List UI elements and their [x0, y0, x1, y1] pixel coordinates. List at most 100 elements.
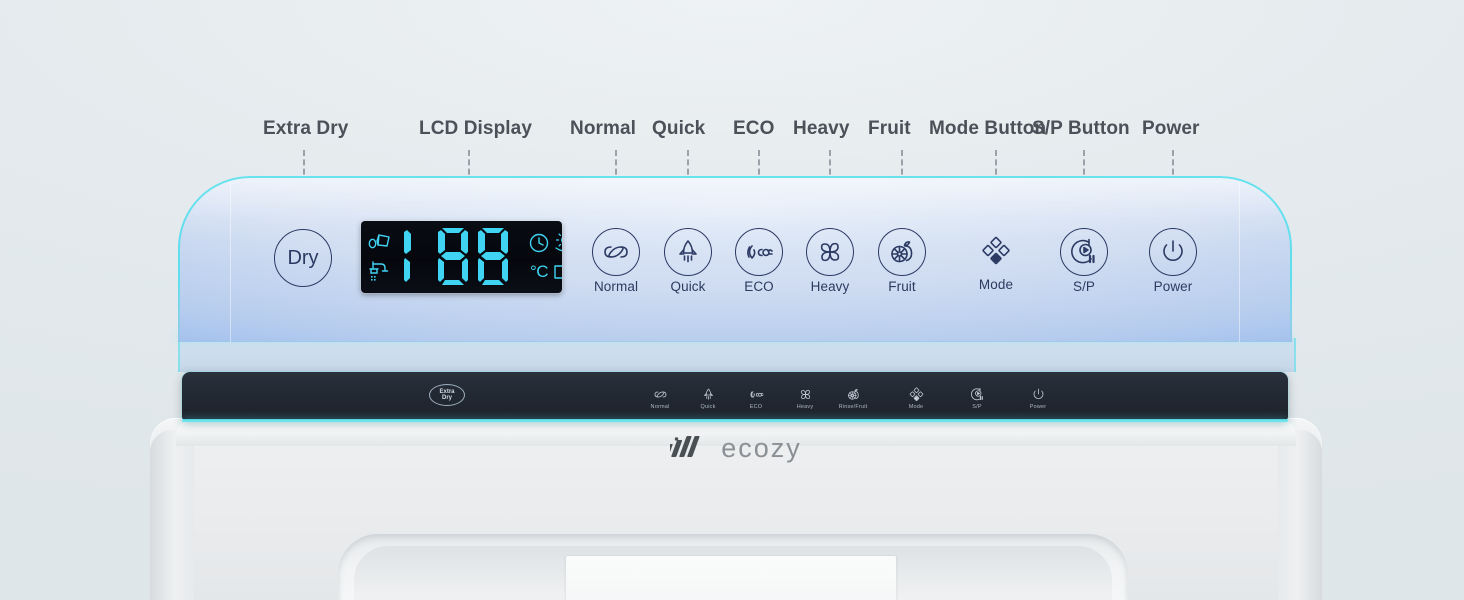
- power-icon: [1033, 388, 1043, 399]
- product-annotation-scene: Extra Dry LCD Display Normal Quick ECO Heavy F…: [0, 0, 1464, 600]
- play-pause-icon: [970, 387, 983, 400]
- touch-button-sp[interactable]: S/P: [958, 386, 996, 410]
- normal-button-ring: [592, 228, 640, 276]
- deck-button-sp[interactable]: S/P: [1060, 228, 1108, 294]
- callout-label-fruit: Fruit: [868, 118, 911, 139]
- touch-button-label: Heavy: [796, 404, 814, 410]
- lcd-unit-celsius: °C: [529, 261, 549, 281]
- deck-button-eco[interactable]: ECO: [735, 228, 783, 294]
- diamond-cluster-icon: [982, 236, 1010, 265]
- slanted-bars-logo-icon: [670, 436, 700, 457]
- callout-label-power: Power: [1142, 118, 1200, 139]
- deck-button-normal[interactable]: Normal: [592, 228, 640, 294]
- deck-button-label: ECO: [744, 279, 774, 294]
- touch-button-label: ECO: [749, 404, 763, 410]
- deck-button-label: Heavy: [810, 279, 850, 294]
- lcd-display: °C: [361, 221, 562, 293]
- power-icon: [1163, 240, 1183, 261]
- callout-label-extra-dry: Extra Dry: [263, 118, 349, 139]
- touch-button-label: S/P: [972, 404, 982, 410]
- water-tank-icon: [554, 264, 562, 279]
- touch-button-heavy[interactable]: Heavy: [786, 386, 824, 410]
- deck-button-label: Fruit: [888, 279, 916, 294]
- rocket-icon: [703, 388, 713, 400]
- normal-touch-icon-wrap: [641, 386, 679, 402]
- eco-leaf-icon: [750, 390, 763, 398]
- deck-button-label: S/P: [1072, 279, 1096, 294]
- deck-button-mode[interactable]: Mode: [972, 228, 1020, 292]
- heavy-button-ring: [806, 228, 854, 276]
- fan-pinwheel-icon: [800, 389, 810, 399]
- deck-button-quick[interactable]: Quick: [664, 228, 712, 294]
- lcd-left-icons: [361, 221, 401, 293]
- quick-touch-icon-wrap: [689, 386, 727, 402]
- deck-seam-right: [1239, 182, 1240, 342]
- touch-control-strip: [182, 372, 1288, 422]
- power-button-ring: [1149, 228, 1197, 276]
- faucet-icon: [369, 260, 389, 281]
- mode-touch-icon-wrap: [897, 386, 935, 402]
- rocket-icon: [679, 240, 697, 263]
- eco-button-ring: [735, 228, 783, 276]
- infinity-loop-icon: [654, 391, 666, 397]
- brand-name: ecozy: [721, 432, 802, 463]
- orange-slice-icon: [847, 388, 859, 400]
- callout-label-heavy: Heavy: [793, 118, 850, 139]
- fan-pinwheel-icon: [820, 242, 840, 262]
- touch-button-power[interactable]: Power: [1019, 386, 1057, 410]
- clock-icon: [529, 233, 549, 252]
- brand-logo: ecozy: [670, 433, 802, 464]
- deck-button-label: Normal: [593, 279, 639, 294]
- callout-label-normal: Normal: [570, 118, 637, 139]
- touch-button-label: Power: [1029, 404, 1047, 410]
- touch-button-mode[interactable]: Mode: [897, 386, 935, 410]
- callout-label-sp-button: S/P Button: [1032, 118, 1130, 139]
- touch-extra-dry-button[interactable]: Extra Dry: [426, 384, 468, 406]
- deck-button-fruit[interactable]: Fruit: [878, 228, 926, 294]
- infinity-loop-icon: [604, 246, 628, 258]
- extra-dry-label: Dry: [287, 246, 319, 269]
- touch-button-eco[interactable]: ECO: [737, 386, 775, 410]
- appliance-handle-plate: [566, 556, 896, 600]
- touch-button-label: Rinse/Fruit: [838, 404, 868, 410]
- diamond-cluster-icon: [909, 386, 923, 401]
- power-touch-icon-wrap: [1019, 386, 1057, 402]
- touch-button-label: Normal: [650, 404, 670, 410]
- lcd-right-icons: °C: [521, 221, 562, 293]
- quick-button-ring: [664, 228, 712, 276]
- heavy-touch-icon-wrap: [786, 386, 824, 402]
- detergent-pour-icon: [368, 233, 390, 248]
- play-pause-icon: [1071, 238, 1095, 264]
- deck-seam-left: [230, 182, 231, 342]
- sp-touch-icon-wrap: [958, 386, 996, 402]
- seven-segment-digits: [404, 228, 508, 285]
- deck-base-strip: [178, 338, 1296, 372]
- deck-button-label: Power: [1153, 279, 1193, 294]
- touch-button-label: Mode: [908, 404, 924, 410]
- deck-button-label: Mode: [978, 277, 1014, 292]
- callout-label-eco: ECO: [733, 118, 775, 139]
- fruit-button-ring: [878, 228, 926, 276]
- touch-button-label: Quick: [700, 404, 716, 410]
- callout-label-quick: Quick: [652, 118, 706, 139]
- deck-button-label: Quick: [670, 279, 706, 294]
- touch-button-rinse-fruit[interactable]: Rinse/Fruit: [834, 386, 872, 410]
- brand-logo-band: ecozy: [176, 426, 1296, 470]
- sp-button-ring: [1060, 228, 1108, 276]
- callout-label-lcd-display: LCD Display: [419, 118, 533, 139]
- mode-button-ring: [973, 228, 1019, 274]
- deck-button-heavy[interactable]: Heavy: [806, 228, 854, 294]
- deck-button-power[interactable]: Power: [1149, 228, 1197, 294]
- extra-dry-oval: Extra Dry: [429, 384, 465, 406]
- callout-label-mode-button: Mode Button: [929, 118, 1047, 139]
- touch-button-normal[interactable]: Normal: [641, 386, 679, 410]
- lcd-digit-group: [401, 227, 521, 287]
- sun-dry-icon: [555, 232, 562, 251]
- eco-leaf-icon: [747, 245, 773, 259]
- rinse-fruit-touch-icon-wrap: [834, 386, 872, 402]
- touch-button-quick[interactable]: Quick: [689, 386, 727, 410]
- extra-dry-line2: Dry: [441, 395, 452, 401]
- eco-touch-icon-wrap: [737, 386, 775, 402]
- extra-dry-button[interactable]: Dry: [274, 229, 332, 287]
- orange-slice-icon: [891, 241, 913, 263]
